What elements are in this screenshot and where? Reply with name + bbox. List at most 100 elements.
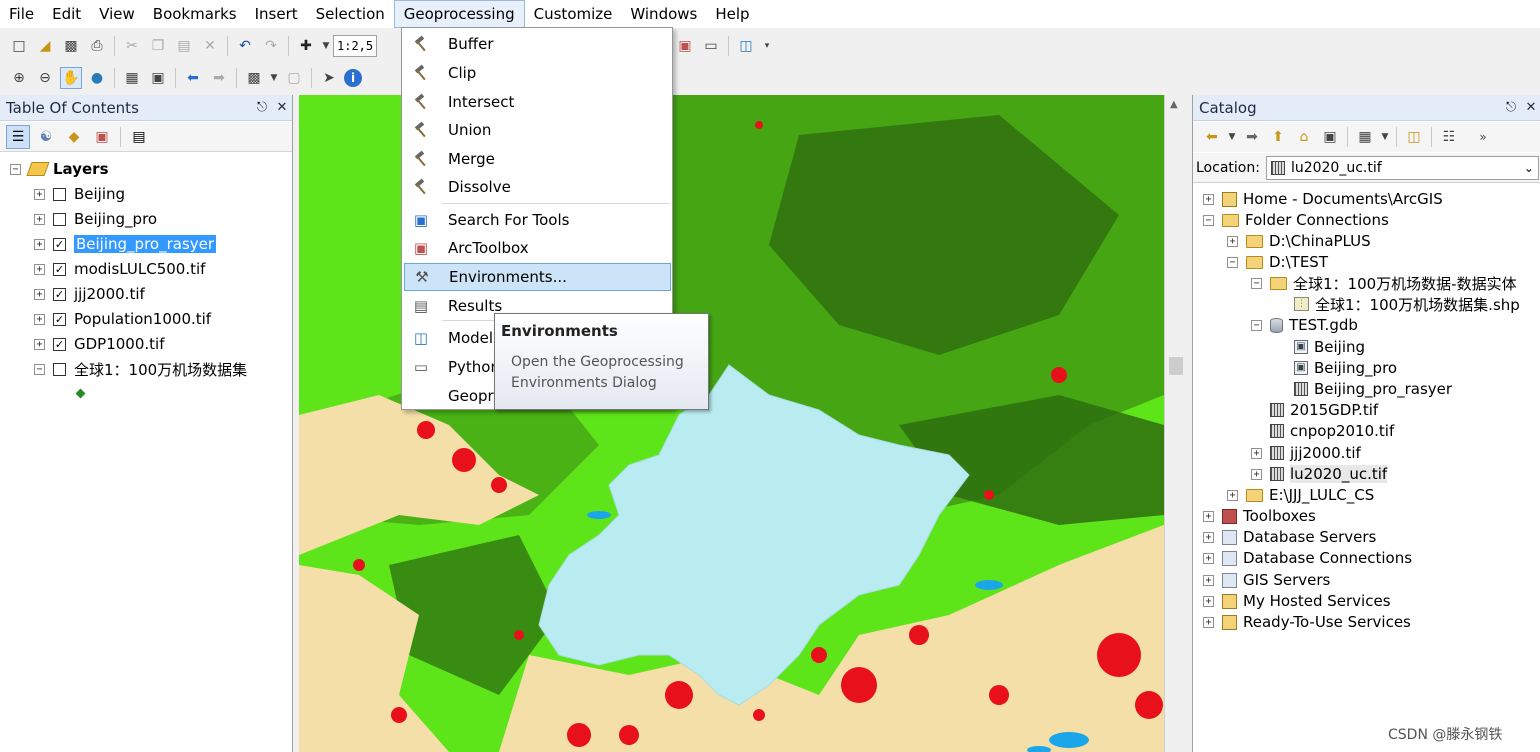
up-one-level-icon[interactable]: ⬆ xyxy=(1267,126,1289,148)
list-by-source-icon[interactable]: ☯ xyxy=(34,125,58,149)
select-features-icon[interactable]: ▩ xyxy=(243,67,265,89)
layer-visibility-checkbox[interactable] xyxy=(53,212,66,226)
menu-item-dissolve[interactable]: Dissolve xyxy=(404,173,671,201)
layer-name[interactable]: GDP1000.tif xyxy=(74,335,165,353)
chevron-down-icon[interactable]: ▼ xyxy=(1227,126,1237,148)
collapse-icon[interactable]: − xyxy=(34,363,45,375)
layer-visibility-checkbox[interactable]: ✓ xyxy=(53,237,66,251)
select-elements-arrow-icon[interactable]: ➤ xyxy=(318,67,340,89)
layer-name[interactable]: Beijing xyxy=(74,185,125,203)
chevron-down-icon[interactable]: ▼ xyxy=(321,35,331,57)
catalog-item[interactable]: + Database Servers xyxy=(1203,526,1376,548)
expand-icon[interactable]: + xyxy=(34,238,45,250)
back-arrow-icon[interactable]: ⬅ xyxy=(1201,126,1223,148)
expand-icon[interactable]: + xyxy=(34,338,45,350)
new-document-icon[interactable]: □ xyxy=(8,35,30,57)
menu-item-intersect[interactable]: Intersect xyxy=(404,88,671,116)
close-icon[interactable]: ✕ xyxy=(1521,100,1540,115)
menu-view[interactable]: View xyxy=(90,0,144,28)
chevron-down-icon[interactable]: ⌄ xyxy=(1520,161,1538,175)
scroll-up-icon[interactable]: ▲ xyxy=(1170,99,1178,110)
clear-selection-icon[interactable]: ▢ xyxy=(283,67,305,89)
menu-item-search-for-tools[interactable]: ▣ Search For Tools xyxy=(404,206,671,234)
catalog-item[interactable]: + E:\JJJ_LULC_CS xyxy=(1227,484,1374,506)
pan-hand-icon[interactable]: ✋ xyxy=(60,67,82,89)
layer-row[interactable]: + ✓ modisLULC500.tif xyxy=(34,258,205,280)
back-arrow-icon[interactable]: ⬅ xyxy=(182,67,204,89)
menu-item-clip[interactable]: Clip xyxy=(404,59,671,87)
collapse-icon[interactable]: − xyxy=(1227,256,1238,268)
identify-info-icon[interactable]: i xyxy=(344,69,362,87)
catalog-item[interactable]: Beijing_pro_rasyer xyxy=(1294,378,1452,400)
collapse-icon[interactable]: − xyxy=(1251,277,1262,289)
new-folder-icon[interactable]: ◫ xyxy=(1403,126,1425,148)
expand-icon[interactable]: + xyxy=(1227,235,1238,247)
view-options-icon[interactable]: ▦ xyxy=(1354,126,1376,148)
scrollbar-thumb[interactable] xyxy=(1169,357,1183,375)
undo-icon[interactable]: ↶ xyxy=(234,35,256,57)
menu-item-buffer[interactable]: Buffer xyxy=(404,30,671,58)
python-window-icon[interactable]: ▭ xyxy=(700,35,722,57)
layer-row[interactable]: + ✓ Population1000.tif xyxy=(34,308,211,330)
layer-row[interactable]: + Beijing xyxy=(34,183,125,205)
full-extent-globe-icon[interactable]: ● xyxy=(86,67,108,89)
layer-name[interactable]: modisLULC500.tif xyxy=(74,260,205,278)
catalog-item[interactable]: − Folder Connections xyxy=(1203,209,1389,231)
fixed-zoom-out-icon[interactable]: ▣ xyxy=(147,67,169,89)
pin-icon[interactable]: ⎋ xyxy=(1501,100,1521,115)
catalog-item[interactable]: − TEST.gdb xyxy=(1251,314,1358,336)
layer-row[interactable]: + Beijing_pro xyxy=(34,208,157,230)
layer-name[interactable]: Population1000.tif xyxy=(74,310,211,328)
layer-name[interactable]: Beijing_pro_rasyer xyxy=(74,235,217,253)
menu-edit[interactable]: Edit xyxy=(43,0,90,28)
copy-icon[interactable]: ❐ xyxy=(147,35,169,57)
expand-icon[interactable]: + xyxy=(34,288,45,300)
model-builder-icon[interactable]: ◫ xyxy=(735,35,757,57)
menu-windows[interactable]: Windows xyxy=(621,0,706,28)
expand-icon[interactable]: + xyxy=(1203,193,1214,205)
menu-item-environments[interactable]: ⚒ Environments... xyxy=(404,263,671,291)
chevron-down-icon[interactable]: ▼ xyxy=(1380,126,1390,148)
layer-visibility-checkbox[interactable] xyxy=(53,187,66,201)
catalog-item[interactable]: ⋮ 全球1：100万机场数据集.shp xyxy=(1294,293,1520,315)
catalog-item[interactable]: cnpop2010.tif xyxy=(1270,420,1394,442)
forward-arrow-icon[interactable]: ➡ xyxy=(1241,126,1263,148)
menu-selection[interactable]: Selection xyxy=(307,0,394,28)
catalog-item[interactable]: + Database Connections xyxy=(1203,547,1412,569)
connect-folder-icon[interactable]: ▣ xyxy=(1319,126,1341,148)
zoom-out-icon[interactable]: ⊖ xyxy=(34,67,56,89)
layer-visibility-checkbox[interactable]: ✓ xyxy=(53,262,66,276)
open-folder-icon[interactable]: ◢ xyxy=(34,35,56,57)
list-by-visibility-icon[interactable]: ◆ xyxy=(62,125,86,149)
catalog-item[interactable]: + Home - Documents\ArcGIS xyxy=(1203,188,1443,210)
catalog-item[interactable]: ▣ Beijing xyxy=(1294,336,1365,358)
more-tools-icon[interactable]: » xyxy=(1472,126,1494,148)
catalog-item-selected[interactable]: + lu2020_uc.tif xyxy=(1251,463,1388,485)
add-data-icon[interactable]: ✚ xyxy=(295,35,317,57)
catalog-item[interactable]: + Ready-To-Use Services xyxy=(1203,611,1411,633)
menu-insert[interactable]: Insert xyxy=(246,0,307,28)
catalog-item[interactable]: + D:\ChinaPLUS xyxy=(1227,230,1371,252)
layer-row[interactable]: + ✓ GDP1000.tif xyxy=(34,333,165,355)
layer-row[interactable]: + ✓ jjj2000.tif xyxy=(34,283,145,305)
menu-file[interactable]: File xyxy=(0,0,43,28)
save-icon[interactable]: ▩ xyxy=(60,35,82,57)
toolbar-options-icon[interactable]: ▾ xyxy=(761,35,773,57)
toggle-contents-icon[interactable]: ☷ xyxy=(1438,126,1460,148)
expand-icon[interactable]: + xyxy=(34,263,45,275)
collapse-icon[interactable]: − xyxy=(10,163,21,175)
menu-bookmarks[interactable]: Bookmarks xyxy=(144,0,246,28)
catalog-item[interactable]: + Toolboxes xyxy=(1203,505,1316,527)
expand-icon[interactable]: + xyxy=(1203,510,1214,522)
catalog-item[interactable]: + jjj2000.tif xyxy=(1251,442,1361,464)
cut-icon[interactable]: ✂ xyxy=(121,35,143,57)
close-icon[interactable]: ✕ xyxy=(272,100,292,115)
expand-icon[interactable]: + xyxy=(1203,574,1214,586)
layer-visibility-checkbox[interactable]: ✓ xyxy=(53,312,66,326)
delete-icon[interactable]: ✕ xyxy=(199,35,221,57)
catalog-item[interactable]: + My Hosted Services xyxy=(1203,590,1391,612)
layer-visibility-checkbox[interactable]: ✓ xyxy=(53,337,66,351)
redo-icon[interactable]: ↷ xyxy=(260,35,282,57)
menu-item-arctoolbox[interactable]: ▣ ArcToolbox xyxy=(404,234,671,262)
expand-icon[interactable]: + xyxy=(1251,447,1262,459)
